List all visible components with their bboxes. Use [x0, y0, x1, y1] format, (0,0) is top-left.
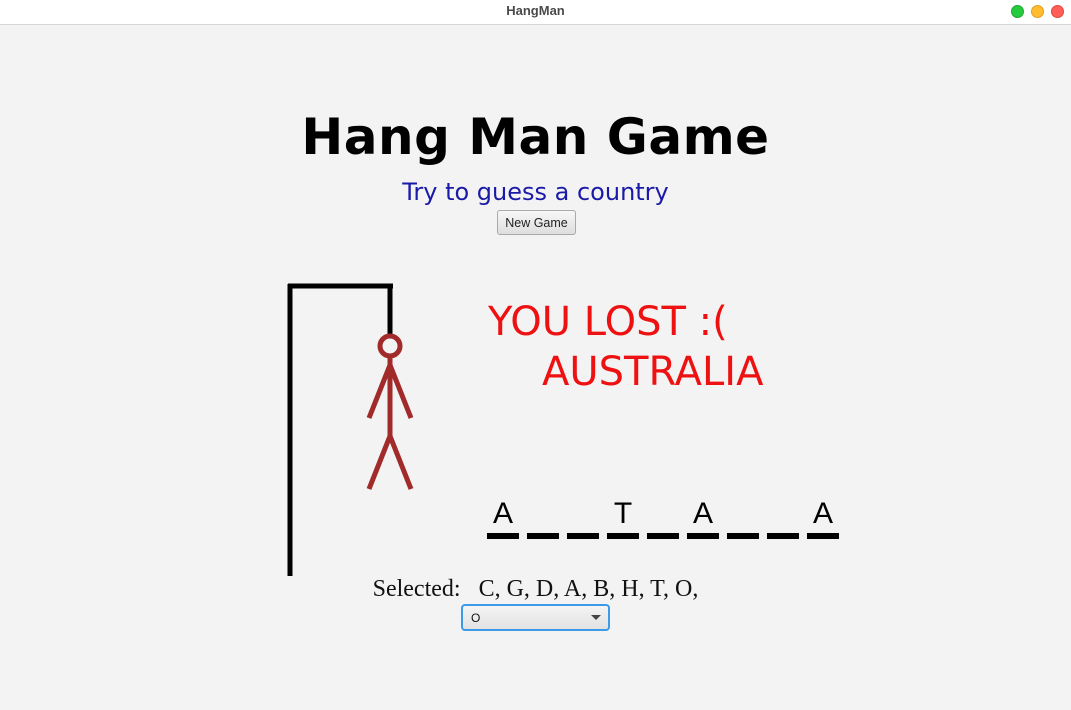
word-slot-underline [767, 533, 799, 539]
word-slot [527, 495, 559, 539]
word-slot-underline [527, 533, 559, 539]
selected-label: Selected: [372, 576, 461, 602]
word-slot: A [807, 495, 839, 539]
figure-head [377, 333, 403, 359]
selected-letters: C, G, D, A, B, H, T, O, [478, 576, 699, 602]
word-slot-letter: A [812, 497, 833, 530]
answer-word: AUSTRALIA [542, 349, 764, 395]
gallows [287, 283, 393, 576]
word-slot [727, 495, 759, 539]
word-slot: T [607, 495, 639, 539]
word-slot: A [687, 495, 719, 539]
word-slot-underline [687, 533, 719, 539]
selected-letters-line: Selected: C, G, D, A, B, H, T, O, [0, 576, 1071, 603]
word-slot: A [487, 495, 519, 539]
word-slot-letter: T [613, 497, 633, 530]
word-slot-letter: A [692, 497, 713, 530]
word-slot-underline [487, 533, 519, 539]
figure-left-arm [366, 364, 393, 419]
word-slot-underline [727, 533, 759, 539]
word-slot-underline [647, 533, 679, 539]
figure-left-leg [366, 435, 393, 490]
chevron-down-icon [591, 615, 601, 620]
result-message: YOU LOST :( AUSTRALIA [488, 297, 763, 397]
result-line-1: YOU LOST :( [488, 299, 728, 345]
word-slot-underline [607, 533, 639, 539]
letter-dropdown-value: O [471, 611, 481, 625]
hanged-figure [366, 333, 414, 490]
word-slot-underline [567, 533, 599, 539]
word-slot [767, 495, 799, 539]
word-slot-letter: A [492, 497, 513, 530]
word-slot [567, 495, 599, 539]
letter-dropdown[interactable]: O [461, 604, 610, 631]
word-slot [647, 495, 679, 539]
figure-right-leg [387, 435, 414, 490]
word-slot-underline [807, 533, 839, 539]
figure-right-arm [387, 364, 414, 419]
